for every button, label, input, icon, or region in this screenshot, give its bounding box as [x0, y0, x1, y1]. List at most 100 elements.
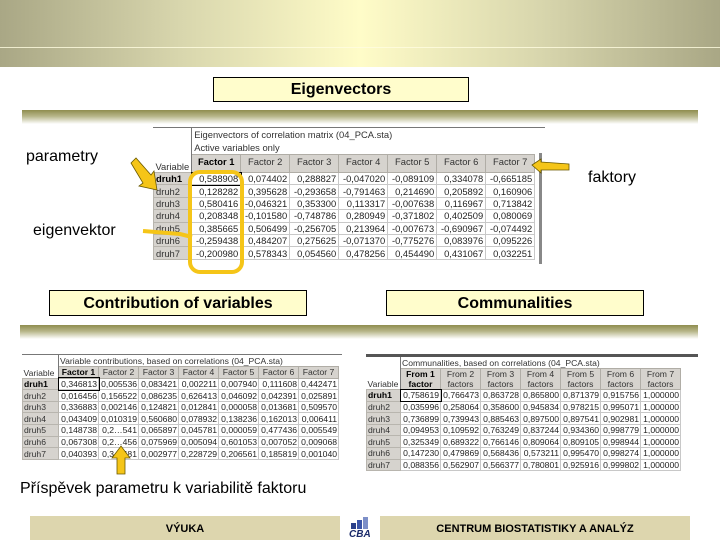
- table-cell[interactable]: 0,2…541: [98, 424, 139, 437]
- column-header-1[interactable]: Factor 1: [191, 154, 242, 173]
- table-cell[interactable]: 0,206561: [218, 447, 259, 460]
- row-header[interactable]: druh5: [22, 424, 59, 437]
- row-header[interactable]: druh5: [366, 435, 401, 449]
- table-cell[interactable]: 0,484207: [240, 233, 291, 248]
- table-cell[interactable]: 0,185819: [258, 447, 299, 460]
- table-cell[interactable]: -0,046321: [240, 196, 291, 211]
- table-cell[interactable]: 0,054560: [289, 246, 340, 260]
- table-cell[interactable]: 0,046092: [218, 389, 259, 402]
- table-cell[interactable]: -0,256705: [289, 221, 340, 235]
- table-cell[interactable]: 0,116967: [436, 196, 487, 211]
- table-cell[interactable]: 1,000000: [640, 435, 681, 449]
- table-cell[interactable]: 0,334078: [436, 171, 487, 186]
- table-cell[interactable]: 0,871379: [560, 389, 601, 402]
- table-cell[interactable]: 0,431067: [436, 246, 487, 260]
- column-header-6[interactable]: From 6 factors: [600, 368, 641, 391]
- table-cell[interactable]: 0,214690: [387, 184, 438, 198]
- table-cell[interactable]: 0,013681: [258, 400, 299, 414]
- table-cell[interactable]: 0,000058: [218, 400, 259, 414]
- table-cell[interactable]: 0,258064: [440, 400, 481, 414]
- table-cell[interactable]: 0,045781: [178, 424, 219, 437]
- table-cell[interactable]: 0,002146: [98, 400, 139, 414]
- table-cell[interactable]: 0,032251: [485, 246, 536, 260]
- column-header-2[interactable]: Factor 2: [98, 366, 139, 379]
- table-cell[interactable]: 0,275625: [289, 233, 340, 248]
- table-cell[interactable]: 0,016456: [58, 389, 99, 402]
- column-header-5[interactable]: From 5 factors: [560, 368, 601, 391]
- table-cell[interactable]: -0,089109: [387, 171, 438, 186]
- table-cell[interactable]: 0,111608: [258, 377, 299, 391]
- table-cell[interactable]: 0,007940: [218, 377, 259, 391]
- row-header[interactable]: druh3: [366, 412, 401, 425]
- row-header[interactable]: druh7: [152, 246, 193, 260]
- footer-right[interactable]: CENTRUM BIOSTATISTIKY A ANALÝZ: [380, 516, 690, 540]
- column-header-3[interactable]: From 3 factors: [480, 368, 521, 391]
- table-cell[interactable]: -0,748786: [289, 209, 340, 223]
- table-cell[interactable]: 0,353300: [289, 196, 340, 211]
- table-cell[interactable]: -0,690967: [436, 221, 487, 235]
- table-cell[interactable]: 0,005549: [298, 424, 339, 437]
- table-cell[interactable]: 0,025891: [298, 389, 339, 402]
- table-cell[interactable]: 0,395628: [240, 184, 291, 198]
- table-cell[interactable]: 0,978215: [560, 400, 601, 414]
- table-cell[interactable]: 0,010319: [98, 412, 139, 426]
- table-cell[interactable]: 0,325349: [400, 435, 441, 449]
- table-cell[interactable]: 0,897500: [520, 412, 561, 425]
- table-cell[interactable]: 0,478256: [338, 246, 389, 260]
- table-cell[interactable]: 0,766146: [480, 435, 521, 449]
- row-header[interactable]: druh3: [152, 196, 193, 211]
- table-cell[interactable]: 0,809064: [520, 435, 561, 449]
- column-header-2[interactable]: From 2 factors: [440, 368, 481, 391]
- table-cell[interactable]: 0,780801: [520, 458, 561, 472]
- table-cell[interactable]: 0,865800: [520, 389, 561, 402]
- table-cell[interactable]: 0,074402: [240, 171, 291, 186]
- table-cell[interactable]: 0,998944: [600, 435, 641, 449]
- table-cell[interactable]: 1,000000: [640, 423, 681, 437]
- row-header[interactable]: druh6: [152, 233, 193, 248]
- table-cell[interactable]: 0,007052: [258, 435, 299, 449]
- table-cell[interactable]: 0,280949: [338, 209, 389, 223]
- table-cell[interactable]: 1,000000: [640, 400, 681, 414]
- eigen-scrollbar[interactable]: [539, 153, 542, 264]
- footer-left[interactable]: VÝUKA: [30, 516, 340, 540]
- table-cell[interactable]: 0,086235: [138, 389, 179, 402]
- table-cell[interactable]: 0,506499: [240, 221, 291, 235]
- column-header-5[interactable]: Factor 5: [218, 366, 259, 379]
- column-header-7[interactable]: Factor 7: [298, 366, 339, 379]
- table-cell[interactable]: 0,005536: [98, 377, 139, 391]
- table-cell[interactable]: 0,113317: [338, 196, 389, 211]
- table-cell[interactable]: -0,047020: [338, 171, 389, 186]
- table-cell[interactable]: 0,160906: [485, 184, 536, 198]
- row-header[interactable]: druh3: [22, 400, 59, 414]
- table-cell[interactable]: 0,083421: [138, 377, 179, 391]
- table-cell[interactable]: 0,2…456: [98, 435, 139, 449]
- table-cell[interactable]: 0,442471: [298, 377, 339, 391]
- row-header[interactable]: druh7: [22, 447, 59, 460]
- table-cell[interactable]: 0,454490: [387, 246, 438, 260]
- table-cell[interactable]: 0,065897: [138, 424, 179, 437]
- table-cell[interactable]: 0,067308: [58, 435, 99, 449]
- table-cell[interactable]: 0,005094: [178, 435, 219, 449]
- row-header[interactable]: druh2: [22, 389, 59, 402]
- row-header[interactable]: druh7: [366, 458, 401, 472]
- row-header[interactable]: druh2: [152, 184, 193, 198]
- table-cell[interactable]: 0,863728: [480, 389, 521, 402]
- row-header[interactable]: druh4: [152, 209, 193, 223]
- table-cell[interactable]: 0,809105: [560, 435, 601, 449]
- row-header[interactable]: druh5: [152, 221, 193, 235]
- table-cell[interactable]: 0,945834: [520, 400, 561, 414]
- table-cell[interactable]: 0,042391: [258, 389, 299, 402]
- table-cell[interactable]: 0,998779: [600, 423, 641, 437]
- table-cell[interactable]: 1,000000: [640, 412, 681, 425]
- table-cell[interactable]: 0,346813: [57, 377, 100, 391]
- table-cell[interactable]: -0,259438: [191, 233, 242, 248]
- row-header[interactable]: druh4: [366, 423, 401, 437]
- table-cell[interactable]: 0,560680: [138, 412, 179, 426]
- table-cell[interactable]: 0,736899: [400, 412, 441, 425]
- table-cell[interactable]: 0,897541: [560, 412, 601, 425]
- column-header-7[interactable]: Factor 7: [485, 154, 536, 173]
- column-header-5[interactable]: Factor 5: [387, 154, 438, 173]
- table-cell[interactable]: 0,156522: [98, 389, 139, 402]
- table-cell[interactable]: 0,228729: [178, 447, 219, 460]
- table-cell[interactable]: -0,007673: [387, 221, 438, 235]
